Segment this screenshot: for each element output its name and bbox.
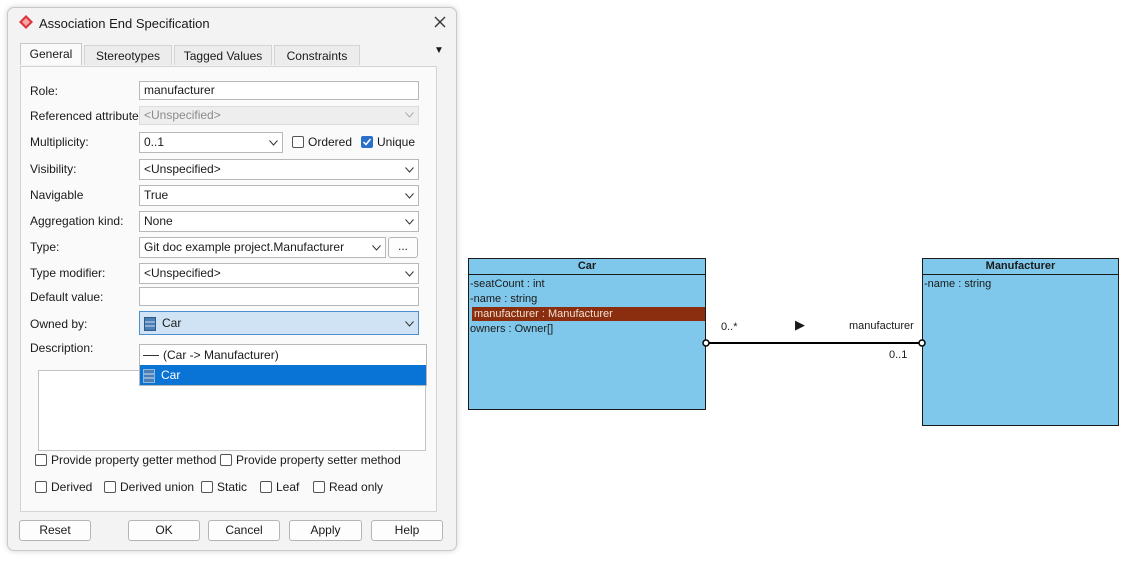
chevron-down-icon bbox=[372, 245, 381, 251]
direction-arrow-icon: ▶ bbox=[795, 317, 805, 332]
aggregation-kind-value: None bbox=[144, 214, 173, 228]
owned-by-select[interactable]: Car bbox=[139, 311, 419, 335]
multiplicity-value: 0..1 bbox=[144, 135, 165, 149]
association-end-marker bbox=[702, 339, 710, 347]
visibility-select[interactable]: <Unspecified> bbox=[139, 159, 419, 180]
navigable-label: Navigable bbox=[30, 188, 84, 202]
type-modifier-value: <Unspecified> bbox=[144, 266, 221, 280]
aggregation-kind-label: Aggregation kind: bbox=[30, 214, 124, 228]
class-attribute[interactable]: -name : string bbox=[924, 277, 991, 291]
getter-method-checkbox[interactable] bbox=[35, 454, 47, 466]
class-attribute[interactable]: owners : Owner[] bbox=[470, 322, 553, 336]
read-only-checkbox[interactable] bbox=[313, 481, 325, 493]
ok-button[interactable]: OK bbox=[128, 520, 200, 541]
multiplicity-label: Multiplicity: bbox=[30, 135, 89, 149]
type-modifier-label: Type modifier: bbox=[30, 266, 106, 280]
type-label: Type: bbox=[30, 240, 60, 254]
class-manufacturer[interactable]: Manufacturer -name : string bbox=[922, 258, 1119, 426]
role-label: Role: bbox=[30, 84, 59, 98]
type-select[interactable]: Git doc example project.Manufacturer bbox=[139, 237, 386, 258]
tab-overflow-icon[interactable]: ▼ bbox=[434, 45, 444, 56]
dialog-title: Association End Specification bbox=[39, 16, 210, 31]
description-label: Description: bbox=[30, 341, 94, 355]
static-checkbox[interactable] bbox=[201, 481, 213, 493]
tab-constraints[interactable]: Constraints bbox=[274, 45, 360, 65]
leaf-label: Leaf bbox=[276, 480, 300, 494]
getter-method-label: Provide property getter method bbox=[51, 453, 217, 467]
dropdown-option-association[interactable]: (Car -> Manufacturer) bbox=[140, 345, 426, 365]
owned-by-dropdown: (Car -> Manufacturer) Car bbox=[139, 344, 427, 386]
chevron-down-icon bbox=[405, 321, 414, 327]
leaf-checkbox[interactable] bbox=[260, 481, 272, 493]
type-browse-button[interactable]: ... bbox=[388, 237, 418, 258]
chevron-down-icon bbox=[405, 112, 414, 118]
derived-union-checkbox[interactable] bbox=[104, 481, 116, 493]
type-modifier-select[interactable]: <Unspecified> bbox=[139, 263, 419, 284]
owned-by-value: Car bbox=[162, 316, 182, 330]
class-name: Car bbox=[469, 259, 705, 275]
class-icon bbox=[143, 368, 155, 383]
help-button[interactable]: Help bbox=[371, 520, 443, 541]
derived-label: Derived bbox=[51, 480, 93, 494]
tab-stereotypes[interactable]: Stereotypes bbox=[84, 45, 172, 65]
source-multiplicity-label[interactable]: 0..* bbox=[721, 321, 738, 333]
setter-method-label: Provide property setter method bbox=[236, 453, 401, 467]
default-value-label: Default value: bbox=[30, 290, 104, 304]
chevron-down-icon bbox=[405, 167, 414, 173]
navigable-select[interactable]: True bbox=[139, 185, 419, 206]
tab-tagged-values[interactable]: Tagged Values bbox=[174, 45, 272, 65]
option-label: Car bbox=[161, 368, 181, 382]
chevron-down-icon bbox=[405, 271, 414, 277]
referenced-attribute-label: Referenced attribute: bbox=[30, 109, 143, 123]
referenced-attribute-value: <Unspecified> bbox=[144, 108, 221, 122]
aggregation-kind-select[interactable]: None bbox=[139, 211, 419, 232]
navigable-value: True bbox=[144, 188, 169, 202]
checkmark-icon bbox=[362, 138, 372, 146]
multiplicity-select[interactable]: 0..1 bbox=[139, 132, 283, 153]
read-only-label: Read only bbox=[329, 480, 384, 494]
chevron-down-icon bbox=[269, 140, 278, 146]
class-attribute-selected[interactable]: manufacturer : Manufacturer bbox=[472, 307, 705, 321]
role-input[interactable]: manufacturer bbox=[139, 81, 419, 100]
title-bar[interactable]: Association End Specification bbox=[8, 8, 456, 38]
setter-method-checkbox[interactable] bbox=[220, 454, 232, 466]
reset-button[interactable]: Reset bbox=[19, 520, 91, 541]
tab-general[interactable]: General bbox=[20, 43, 82, 65]
tab-bar: General Stereotypes Tagged Values Constr… bbox=[20, 43, 440, 66]
association-icon bbox=[143, 355, 159, 357]
target-multiplicity-label[interactable]: 0..1 bbox=[889, 349, 907, 361]
option-label: (Car -> Manufacturer) bbox=[163, 348, 279, 362]
derived-checkbox[interactable] bbox=[35, 481, 47, 493]
type-value: Git doc example project.Manufacturer bbox=[144, 240, 345, 254]
class-car[interactable]: Car -seatCount : int -name : string manu… bbox=[468, 258, 706, 410]
class-name: Manufacturer bbox=[923, 259, 1118, 275]
ordered-checkbox[interactable] bbox=[292, 136, 304, 148]
unique-label: Unique bbox=[377, 135, 416, 149]
ordered-label: Ordered bbox=[308, 135, 353, 149]
cancel-button[interactable]: Cancel bbox=[208, 520, 280, 541]
owned-by-label: Owned by: bbox=[30, 317, 88, 331]
class-icon bbox=[144, 316, 156, 331]
unique-checkbox[interactable] bbox=[361, 136, 373, 148]
target-role-label[interactable]: manufacturer bbox=[849, 320, 914, 332]
default-value-input[interactable] bbox=[139, 287, 419, 306]
derived-union-label: Derived union bbox=[120, 480, 195, 494]
referenced-attribute-select[interactable]: <Unspecified> bbox=[139, 106, 419, 125]
association-end-specification-dialog: Association End Specification General St… bbox=[7, 7, 457, 551]
static-label: Static bbox=[217, 480, 248, 494]
chevron-down-icon bbox=[405, 193, 414, 199]
class-attribute[interactable]: -seatCount : int bbox=[470, 277, 545, 291]
dropdown-option-car[interactable]: Car bbox=[140, 365, 426, 385]
chevron-down-icon bbox=[405, 219, 414, 225]
visibility-label: Visibility: bbox=[30, 162, 77, 176]
association-end-marker bbox=[918, 339, 926, 347]
app-logo-icon bbox=[19, 15, 33, 29]
close-icon[interactable] bbox=[432, 14, 448, 30]
class-attribute[interactable]: -name : string bbox=[470, 292, 537, 306]
visibility-value: <Unspecified> bbox=[144, 162, 221, 176]
apply-button[interactable]: Apply bbox=[289, 520, 362, 541]
